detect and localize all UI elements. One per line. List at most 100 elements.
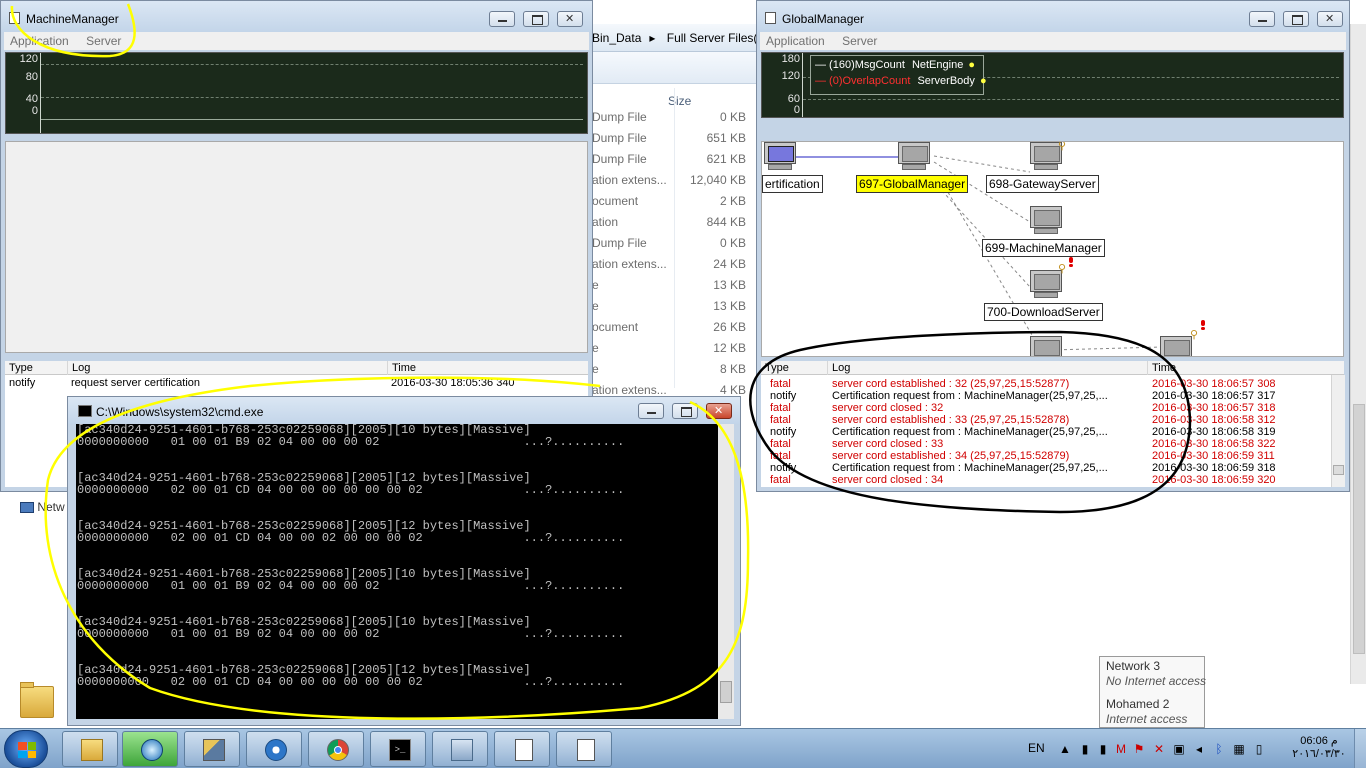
file-row[interactable]: ation extens... 24 KB xyxy=(590,254,750,275)
node-gateway-server[interactable]: 698-GatewayServer xyxy=(986,175,1099,193)
menu-application[interactable]: Application xyxy=(766,32,825,50)
legend-dot-icon: ● xyxy=(968,59,976,71)
column-log[interactable]: Log xyxy=(67,361,90,375)
file-row[interactable]: e 13 KB xyxy=(590,275,750,296)
graph-axis xyxy=(40,53,41,133)
bluetooth-icon[interactable]: ᛒ xyxy=(1212,742,1226,756)
maximize-button[interactable] xyxy=(523,11,549,27)
console-output[interactable]: [ac340d24-9251-4601-b768-253c02259068][2… xyxy=(76,424,718,719)
minimize-button[interactable] xyxy=(489,11,515,27)
file-size: 0 KB xyxy=(719,236,746,250)
computer-icon[interactable] xyxy=(1030,336,1062,356)
log-row[interactable]: notify Certification request from : Machi… xyxy=(761,390,1331,402)
minimize-button[interactable] xyxy=(638,403,664,419)
computer-icon[interactable] xyxy=(764,142,796,172)
file-row[interactable]: ocument 26 KB xyxy=(590,317,750,338)
folder-icon[interactable] xyxy=(18,680,56,720)
taskbar-cmd[interactable]: >_ xyxy=(370,731,426,767)
signal-icon[interactable]: ▮ xyxy=(1078,742,1092,756)
node-global-manager[interactable]: 697-GlobalManager xyxy=(856,175,969,193)
chevron-up-icon[interactable]: ▲ xyxy=(1058,742,1072,756)
file-row[interactable]: Dump File 651 KB xyxy=(590,128,750,149)
log-row[interactable]: fatal server cord established : 34 (25,97… xyxy=(761,450,1331,462)
maximize-button[interactable] xyxy=(1283,11,1309,27)
file-row[interactable]: e 13 KB xyxy=(590,296,750,317)
log-row[interactable]: fatal server cord established : 33 (25,97… xyxy=(761,414,1331,426)
taskbar-manager[interactable] xyxy=(432,731,488,767)
language-indicator[interactable]: EN xyxy=(1028,741,1045,755)
menu-application[interactable]: Application xyxy=(10,32,69,50)
taskbar-doc[interactable] xyxy=(556,731,612,767)
cmd-icon: >_ xyxy=(389,739,411,761)
node-download-server[interactable]: 700-DownloadServer xyxy=(984,303,1103,321)
explorer-scrollbar[interactable] xyxy=(1350,24,1366,684)
flag-icon[interactable]: ⚑ xyxy=(1132,742,1146,756)
log-row[interactable]: notify Certification request from : Machi… xyxy=(761,426,1331,438)
file-row[interactable]: ocument 2 KB xyxy=(590,191,750,212)
log-row[interactable]: fatal server cord established : 32 (25,97… xyxy=(761,378,1331,390)
volume-icon[interactable]: ◂ xyxy=(1192,742,1206,756)
file-row[interactable]: Dump File 0 KB xyxy=(590,107,750,128)
file-row[interactable]: Dump File 621 KB xyxy=(590,149,750,170)
column-log[interactable]: Log xyxy=(827,361,850,375)
scroll-thumb[interactable] xyxy=(1353,404,1365,654)
usb-icon[interactable]: ▣ xyxy=(1172,742,1186,756)
log-type: notify xyxy=(770,390,797,402)
taskbar-chrome[interactable] xyxy=(308,731,364,767)
scroll-thumb[interactable] xyxy=(1333,465,1344,475)
clock[interactable]: 06:06 م ٢٠١٦/٠٣/٣٠ xyxy=(1284,735,1354,761)
file-row[interactable]: ation extens... 12,040 KB xyxy=(590,170,750,191)
network-item[interactable]: Netw xyxy=(20,500,65,514)
scroll-thumb[interactable] xyxy=(720,681,732,703)
log-row[interactable]: fatal server cord closed : 32 2016-03-30 1… xyxy=(761,402,1331,414)
node-certification[interactable]: ertification xyxy=(762,175,823,193)
column-type[interactable]: Type xyxy=(761,361,789,375)
log-row[interactable]: notify request server certification 2016… xyxy=(9,377,515,389)
file-row[interactable]: ation 844 KB xyxy=(590,212,750,233)
antivirus-icon[interactable]: M xyxy=(1114,742,1128,756)
menu-server[interactable]: Server xyxy=(86,32,121,50)
computer-icon[interactable] xyxy=(1160,336,1192,356)
console-line: 0000000000 02 00 01 CD 04 00 00 02 00 00… xyxy=(77,531,625,545)
taskbar-doc[interactable] xyxy=(494,731,550,767)
taskbar-explorer[interactable] xyxy=(62,731,118,767)
log-log: server cord established : 32 (25,97,25,1… xyxy=(832,378,1070,390)
column-type[interactable]: Type xyxy=(5,361,33,375)
title-bar[interactable]: C:\Windows\system32\cmd.exe xyxy=(68,397,740,424)
column-header-size[interactable]: Size xyxy=(668,94,691,108)
file-row[interactable]: e 12 KB xyxy=(590,338,750,359)
network-icon[interactable]: ▦ xyxy=(1232,742,1246,756)
window-title: GlobalManager xyxy=(782,12,865,26)
start-button[interactable] xyxy=(4,730,48,768)
minimize-button[interactable] xyxy=(1249,11,1275,27)
file-row[interactable]: Dump File 0 KB xyxy=(590,233,750,254)
taskbar-media[interactable] xyxy=(122,731,178,767)
log-scrollbar[interactable] xyxy=(1331,375,1345,487)
file-row[interactable]: e 8 KB xyxy=(590,359,750,380)
log-row[interactable]: fatal server cord closed : 33 2016-03-30 1… xyxy=(761,438,1331,450)
column-time[interactable]: Time xyxy=(1147,361,1176,375)
log-row[interactable]: fatal server cord closed : 34 2016-03-30 1… xyxy=(761,474,1331,486)
breadcrumb-item[interactable]: Bin_Data xyxy=(592,31,641,45)
title-bar[interactable]: GlobalManager xyxy=(757,1,1349,32)
node-machine-manager[interactable]: 699-MachineManager xyxy=(982,239,1105,257)
column-time[interactable]: Time xyxy=(387,361,416,375)
close-button[interactable] xyxy=(706,403,732,419)
close-button[interactable] xyxy=(1317,11,1343,27)
title-bar[interactable]: MachineManager xyxy=(1,1,592,32)
log-type: notify xyxy=(770,426,797,438)
taskbar-app[interactable] xyxy=(246,731,302,767)
computer-icon[interactable] xyxy=(898,142,930,172)
console-scrollbar[interactable] xyxy=(718,424,734,719)
show-desktop-button[interactable] xyxy=(1354,729,1366,768)
breadcrumb-item[interactable]: Full Server Files(By xyxy=(667,31,760,45)
battery-icon[interactable]: ▯ xyxy=(1252,742,1266,756)
network-error-icon[interactable]: ✕ xyxy=(1152,742,1166,756)
computer-icon[interactable] xyxy=(1030,206,1062,236)
maximize-button[interactable] xyxy=(672,403,698,419)
menu-server[interactable]: Server xyxy=(842,32,877,50)
log-row[interactable]: notify Certification request from : Machi… xyxy=(761,462,1331,474)
close-button[interactable] xyxy=(557,11,583,27)
taskbar-tools[interactable] xyxy=(184,731,240,767)
signal-icon[interactable]: ▮ xyxy=(1096,742,1110,756)
